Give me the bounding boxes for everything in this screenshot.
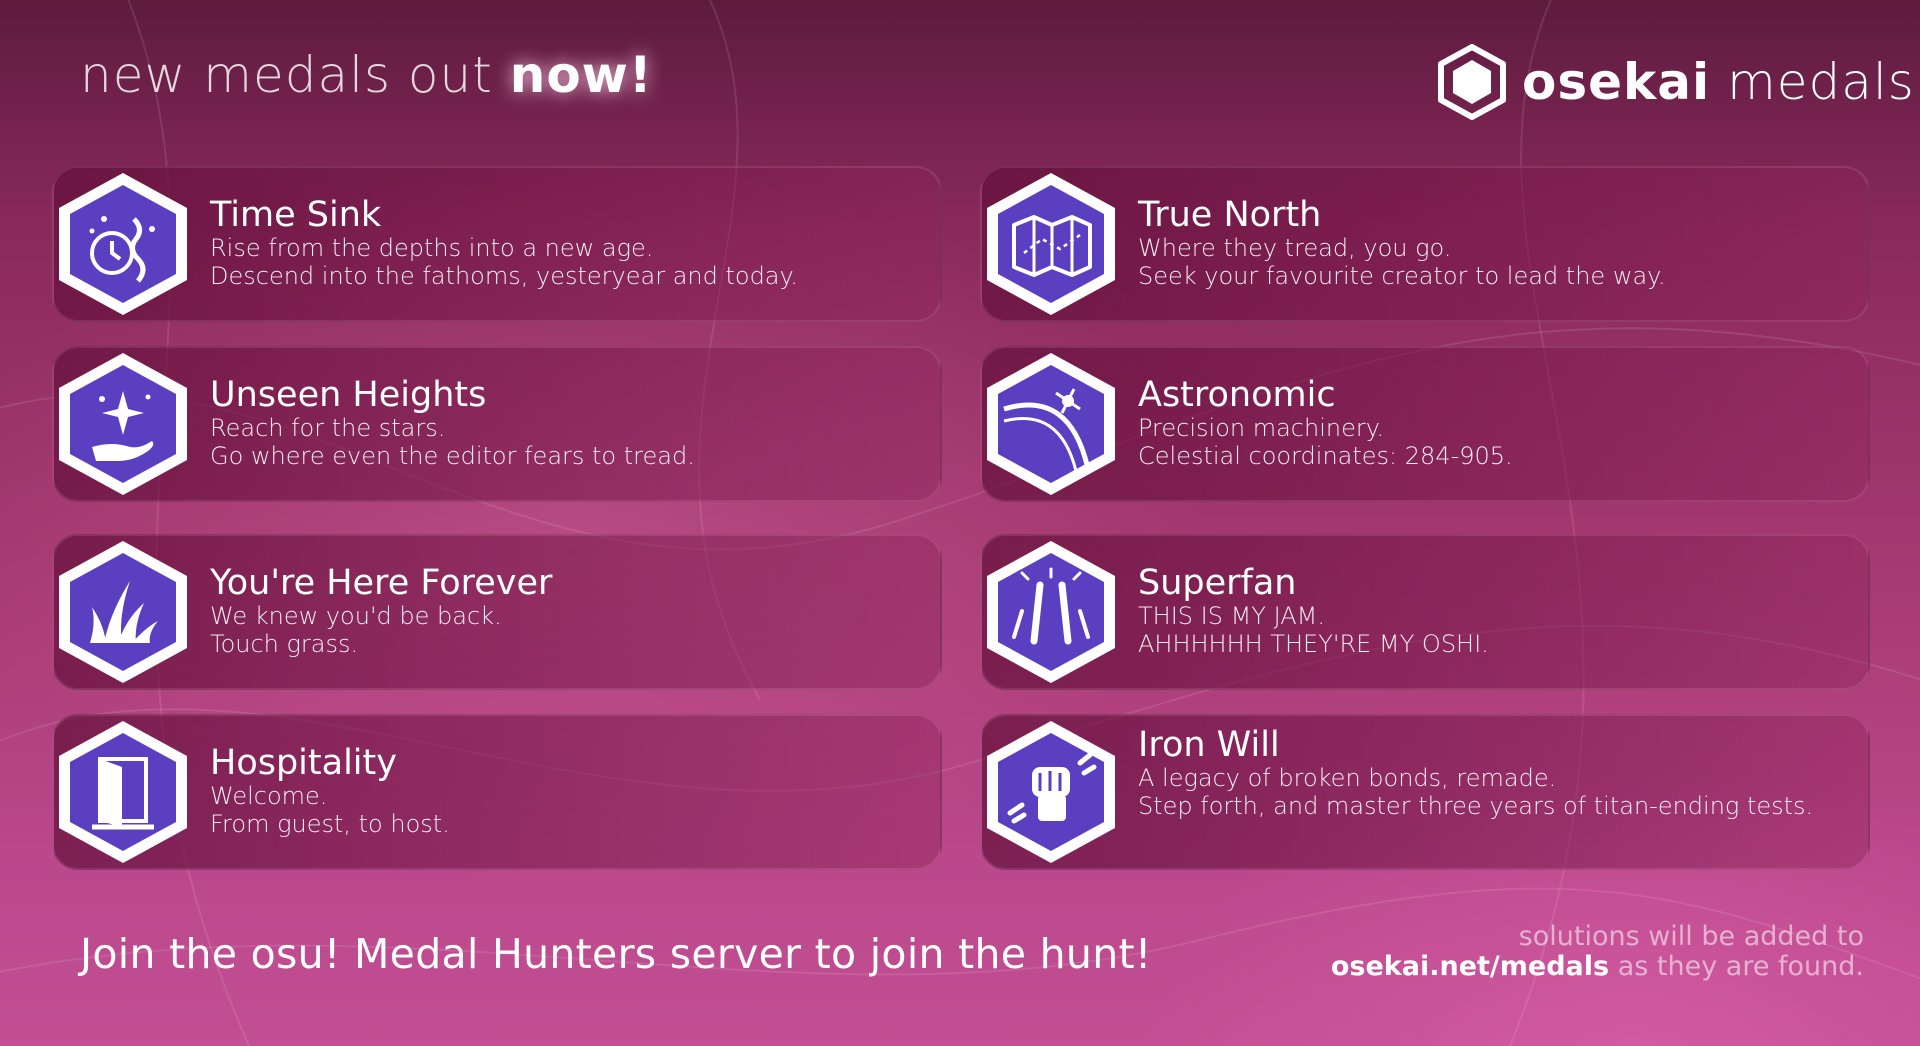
grass-icon — [52, 537, 194, 687]
hand-sparkle-icon — [52, 349, 194, 499]
satellite-orbit-icon — [980, 349, 1122, 499]
medal-title: Iron Will — [1138, 725, 1280, 765]
medal-description-line: From guest, to host. — [210, 810, 450, 838]
fist-broken-chain-icon — [980, 717, 1122, 867]
chained-clock-icon — [52, 169, 194, 319]
medal-card-unseen-heights: Unseen Heights Reach for the stars. Go w… — [52, 346, 942, 502]
brand-name: osekai medals — [1522, 53, 1915, 111]
brand-logo: osekai medals — [1436, 44, 1915, 120]
medal-description-line: Reach for the stars. — [210, 414, 446, 442]
medal-description-line: Go where even the editor fears to tread. — [210, 442, 695, 470]
solutions-note-line: solutions will be added to — [1518, 921, 1864, 952]
open-door-icon — [52, 717, 194, 867]
medal-card-superfan: Superfan THIS IS MY JAM. AHHHHHH THEY'RE… — [980, 534, 1870, 690]
medal-title: Hospitality — [210, 743, 397, 783]
brand-name-light: medals — [1727, 53, 1915, 111]
osekai-medals-link[interactable]: osekai.net/medals — [1331, 951, 1609, 982]
medal-description-line: Welcome. — [210, 782, 328, 810]
medal-card-astronomic: Astronomic Precision machinery. Celestia… — [980, 346, 1870, 502]
medal-description-line: THIS IS MY JAM. — [1138, 602, 1325, 630]
medal-description-line: AHHHHHH THEY'RE MY OSHI. — [1138, 630, 1489, 658]
medal-title: You're Here Forever — [210, 563, 553, 603]
medal-description-line: Precision machinery. — [1138, 414, 1385, 442]
medal-description-line: Seek your favourite creator to lead the … — [1138, 262, 1666, 290]
medal-card-hospitality: Hospitality Welcome. From guest, to host… — [52, 714, 942, 870]
medal-card-time-sink: Time Sink Rise from the depths into a ne… — [52, 166, 942, 322]
osekai-hexagon-icon — [1438, 44, 1506, 120]
medal-title: Unseen Heights — [210, 375, 487, 415]
background-pattern — [0, 0, 1920, 1046]
medal-title: Time Sink — [210, 195, 382, 235]
medal-description-line: Celestial coordinates: 284-905. — [1138, 442, 1513, 470]
medal-description-line: Descend into the fathoms, yesteryear and… — [210, 262, 798, 290]
medal-title: Astronomic — [1138, 375, 1336, 415]
medal-description-line: Step forth, and master three years of ti… — [1138, 792, 1814, 820]
medal-card-youre-here-forever: You're Here Forever We knew you'd be bac… — [52, 534, 942, 690]
headline-prefix: new medals out — [80, 46, 493, 104]
map-icon — [980, 169, 1122, 319]
medal-description-line: We knew you'd be back. — [210, 602, 502, 630]
medal-card-iron-will: Iron Will A legacy of broken bonds, rema… — [980, 714, 1870, 870]
medal-card-true-north: True North Where they tread, you go. See… — [980, 166, 1870, 322]
solutions-note: solutions will be added to osekai.net/me… — [1331, 922, 1864, 982]
join-server-call-to-action: Join the osu! Medal Hunters server to jo… — [80, 930, 1152, 978]
glowsticks-icon — [980, 537, 1122, 687]
brand-name-bold: osekai — [1522, 53, 1711, 111]
medal-description-line: A legacy of broken bonds, remade. — [1138, 764, 1557, 792]
headline: new medals out now! — [80, 46, 653, 104]
medal-description-line: Where they tread, you go. — [1138, 234, 1452, 262]
medal-title: Superfan — [1138, 563, 1297, 603]
medal-description-line: Touch grass. — [210, 630, 359, 658]
headline-emphasis: now! — [509, 46, 653, 104]
medal-description-line: Rise from the depths into a new age. — [210, 234, 654, 262]
solutions-note-suffix: as they are found. — [1617, 951, 1864, 982]
medal-title: True North — [1138, 195, 1322, 235]
